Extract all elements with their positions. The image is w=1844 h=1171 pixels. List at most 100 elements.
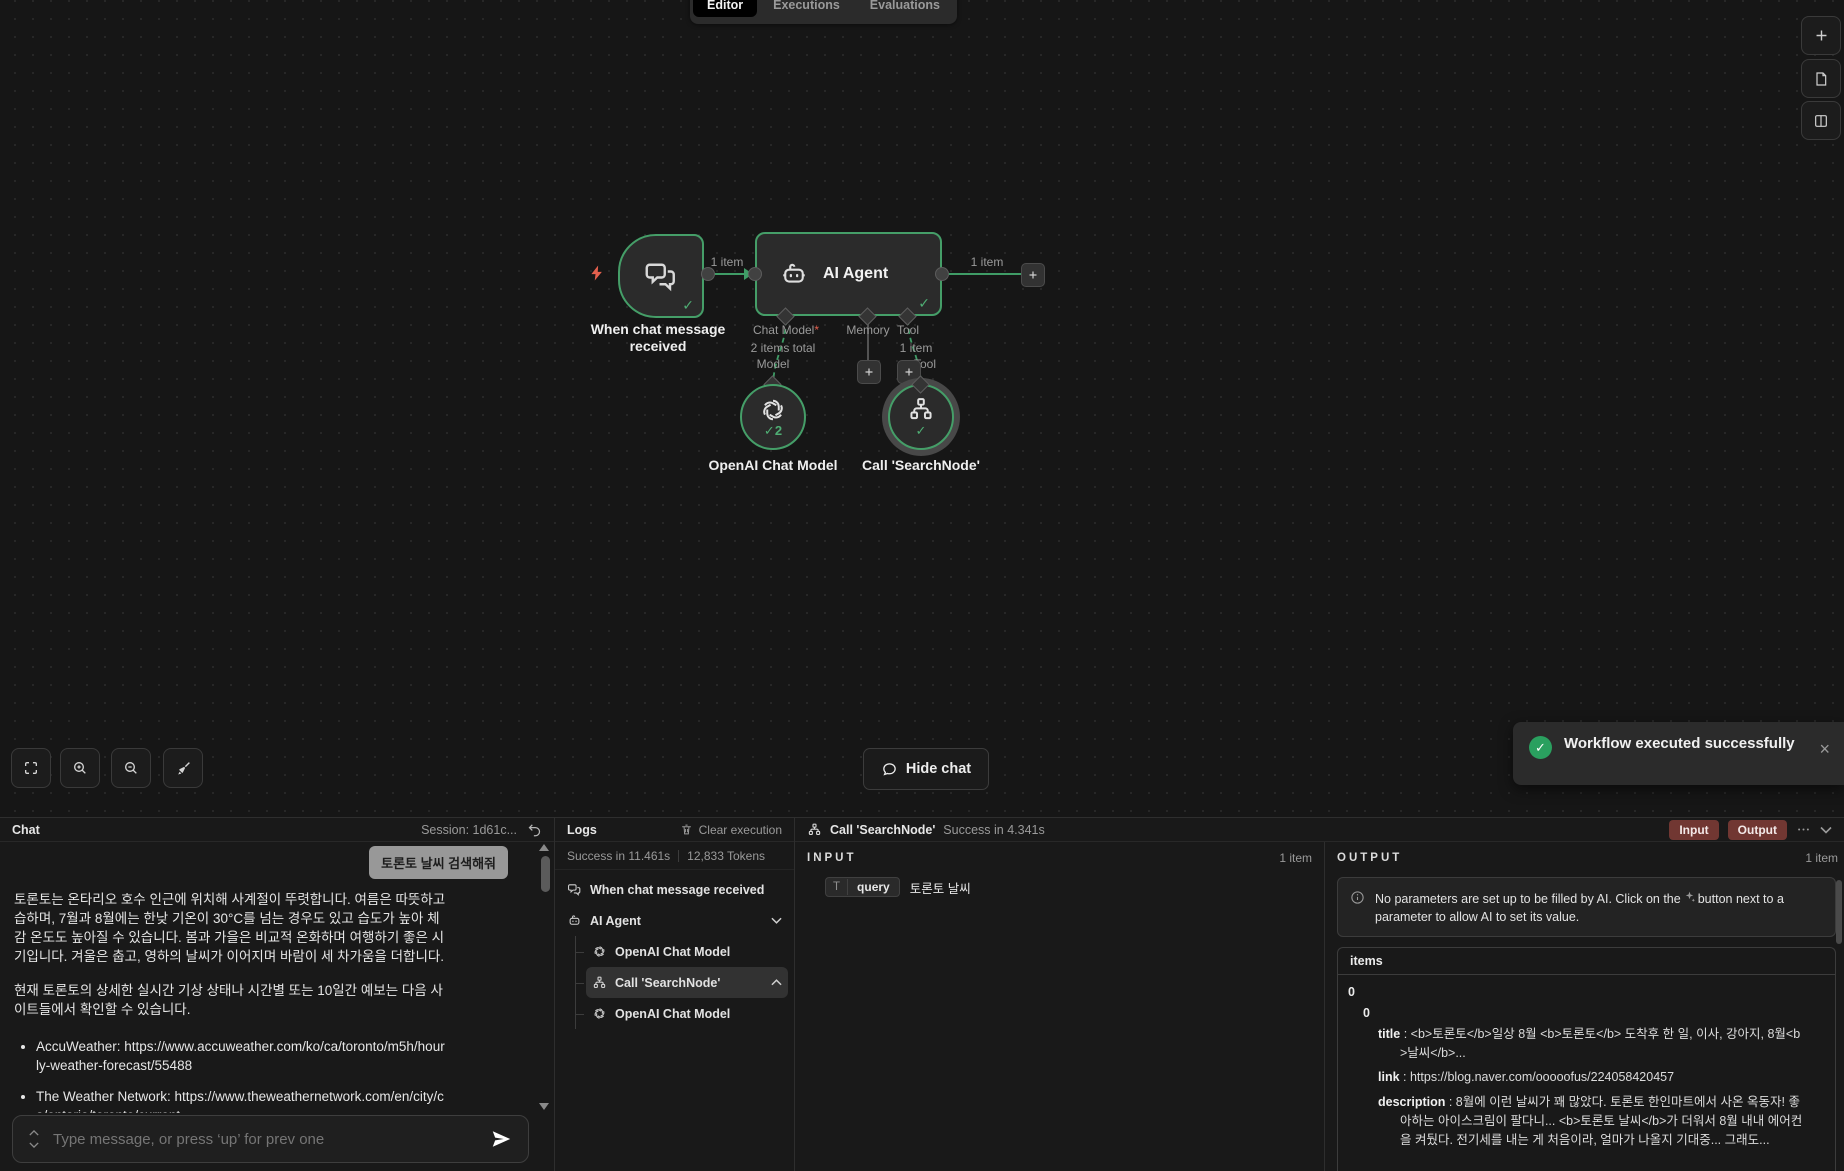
trigger-output-port[interactable] — [701, 267, 715, 281]
output-scrollbar[interactable] — [1836, 880, 1842, 944]
log-item-trigger[interactable]: When chat message received — [561, 874, 788, 905]
ai-parameters-notice: No parameters are set up to be filled by… — [1337, 877, 1836, 938]
subworkflow-icon — [907, 395, 935, 423]
add-memory-button[interactable] — [857, 360, 881, 384]
model-subport-label: Model — [756, 357, 790, 371]
tidy-up-button[interactable] — [163, 748, 203, 788]
workflow-canvas[interactable]: Editor Executions Evaluations ✓ 1 item W… — [0, 0, 1844, 818]
scroll-up-arrow[interactable] — [539, 844, 549, 851]
send-icon[interactable] — [490, 1128, 512, 1150]
node-openai-chat-model[interactable]: ✓2 — [740, 384, 806, 450]
chat-panel-title: Chat — [12, 822, 40, 837]
assistant-paragraph: 토론토는 온타리오 호수 인근에 위치해 사계절이 뚜렷합니다. 여름은 따뜻하… — [14, 892, 446, 965]
toggle-panel-button[interactable] — [1801, 101, 1841, 140]
field-description: description : 8월에 이런 날씨가 꽤 많았다. 토론토 한인마트… — [1378, 1095, 1803, 1147]
chat-input-box — [12, 1115, 529, 1163]
log-children: OpenAI Chat Model Call 'SearchNode' Open… — [575, 936, 788, 1029]
agent-output-port[interactable] — [935, 267, 949, 281]
chevron-up-icon[interactable] — [771, 979, 782, 986]
output-pane: OUTPUT 1 item No parameters are set up t… — [1325, 842, 1844, 1171]
zoom-out-icon — [123, 760, 139, 776]
hide-chat-button[interactable]: Hide chat — [863, 748, 989, 790]
add-connected-node-button[interactable] — [1021, 263, 1045, 287]
node-ai-agent[interactable]: AI Agent ✓ — [755, 232, 942, 316]
chat-scrollbar[interactable] — [541, 856, 550, 892]
chat-model-port-label: Chat Model* — [752, 323, 820, 337]
broom-icon — [175, 760, 192, 777]
agent-input-port[interactable] — [748, 267, 762, 281]
chat-bubble-icon — [881, 761, 898, 778]
tab-editor[interactable]: Editor — [693, 0, 758, 17]
log-item-ai-agent[interactable]: AI Agent — [561, 905, 788, 936]
zoom-in-button[interactable] — [60, 748, 100, 788]
agent-node-title: AI Agent — [823, 265, 889, 282]
tab-evaluations[interactable]: Evaluations — [856, 0, 954, 17]
trash-icon — [680, 823, 693, 836]
items-tree[interactable]: 0 0 title : <b>토론토</b>일상 8월 <b>토론토</b> 도… — [1338, 975, 1835, 1149]
tab-executions[interactable]: Executions — [759, 0, 854, 17]
detail-header: Call 'SearchNode' Success in 4.341s Inpu… — [795, 818, 1844, 842]
zoom-to-fit-button[interactable] — [11, 748, 51, 788]
view-tabbar: Editor Executions Evaluations — [690, 0, 957, 24]
output-items-box: items 0 0 title : <b>토론토</b>일상 8월 <b>토론토… — [1337, 947, 1836, 1171]
input-param-row[interactable]: T query 토론토 날씨 — [825, 877, 1312, 897]
output-toggle-button[interactable]: Output — [1727, 819, 1787, 840]
trigger-node-label: When chat message received — [590, 321, 726, 354]
node-when-chat-message-received[interactable]: ✓ — [618, 234, 704, 318]
chat-panel-header: Chat Session: 1d61c... — [0, 818, 554, 842]
input-toggle-button[interactable]: Input — [1669, 819, 1719, 840]
item-index: 0 — [1348, 985, 1355, 1000]
collapse-panel-icon[interactable] — [1820, 826, 1832, 834]
success-check-icon: ✓ — [1529, 736, 1552, 759]
fit-view-icon — [23, 760, 39, 776]
output-pane-label: OUTPUT — [1337, 852, 1403, 864]
toast-message: Workflow executed successfully — [1564, 735, 1795, 752]
detail-node-name: Call 'SearchNode' — [830, 822, 936, 837]
input-pane: INPUT 1 item T query 토론토 날씨 — [795, 842, 1325, 1171]
node-call-searchnode[interactable]: ✓ — [888, 384, 954, 450]
notice-text: No parameters are set up to be filled by… — [1375, 891, 1784, 925]
file-icon — [1813, 71, 1829, 87]
edge-items-label: 1 item — [710, 255, 744, 269]
assistant-paragraph: 현재 토론토의 상세한 실시간 기상 상태나 시간별 또는 10일간 예보는 다… — [14, 982, 443, 1017]
openai-logo-icon — [592, 944, 607, 959]
zoom-out-button[interactable] — [111, 748, 151, 788]
close-icon[interactable]: × — [1819, 740, 1830, 758]
chat-session-id: Session: 1d61c... — [421, 822, 517, 837]
hide-chat-label: Hide chat — [905, 761, 972, 777]
log-item-openai-model[interactable]: OpenAI Chat Model — [575, 998, 788, 1029]
add-node-button[interactable] — [1801, 16, 1841, 55]
logs-panel-title: Logs — [567, 822, 597, 837]
zoom-in-icon — [72, 760, 88, 776]
split-panel-icon — [1813, 113, 1829, 129]
message-history-stepper[interactable] — [29, 1130, 39, 1148]
subworkflow-icon — [592, 975, 607, 990]
chat-message-input[interactable] — [51, 1129, 478, 1149]
node-detail-panel: Call 'SearchNode' Success in 4.341s Inpu… — [795, 818, 1844, 1171]
assistant-message: 토론토는 온타리오 호수 인근에 위치해 사계절이 뚜렷합니다. 여름은 따뜻하… — [14, 890, 446, 1113]
more-options-icon[interactable] — [1796, 822, 1811, 837]
robot-icon — [567, 913, 582, 928]
log-item-call-searchnode[interactable]: Call 'SearchNode' — [575, 967, 788, 998]
add-sticky-note-button[interactable] — [1801, 59, 1841, 98]
param-value: 토론토 날씨 — [909, 881, 971, 896]
assistant-link-list: AccuWeather: https://www.accuweather.com… — [14, 1037, 446, 1113]
chevron-down-icon[interactable] — [771, 917, 782, 924]
chat-messages[interactable]: 토론토 날씨 검색해줘 토론토는 온타리오 호수 인근에 위치해 사계절이 뚜렷… — [0, 842, 554, 1113]
chat-model-items-label: 2 items total — [750, 341, 816, 355]
clear-execution-button[interactable]: Clear execution — [680, 823, 782, 837]
plus-icon — [1813, 27, 1830, 44]
chat-panel: Chat Session: 1d61c... 토론토 날씨 검색해줘 토론토는 … — [0, 818, 555, 1171]
subworkflow-icon — [807, 822, 822, 837]
log-item-openai-model[interactable]: OpenAI Chat Model — [575, 936, 788, 967]
tool-port-label: Tool — [896, 323, 919, 337]
robot-icon — [779, 259, 809, 289]
chat-bubbles-icon — [567, 882, 582, 897]
scroll-down-arrow[interactable] — [539, 1103, 549, 1110]
run-count-badge: ✓2 — [763, 423, 783, 438]
required-asterisk: * — [814, 323, 820, 337]
param-name: query — [857, 880, 890, 894]
reset-session-icon[interactable] — [527, 822, 542, 837]
n8n-workflow-editor: Editor Executions Evaluations ✓ 1 item W… — [0, 0, 1844, 1171]
chat-bubbles-icon — [643, 258, 679, 294]
